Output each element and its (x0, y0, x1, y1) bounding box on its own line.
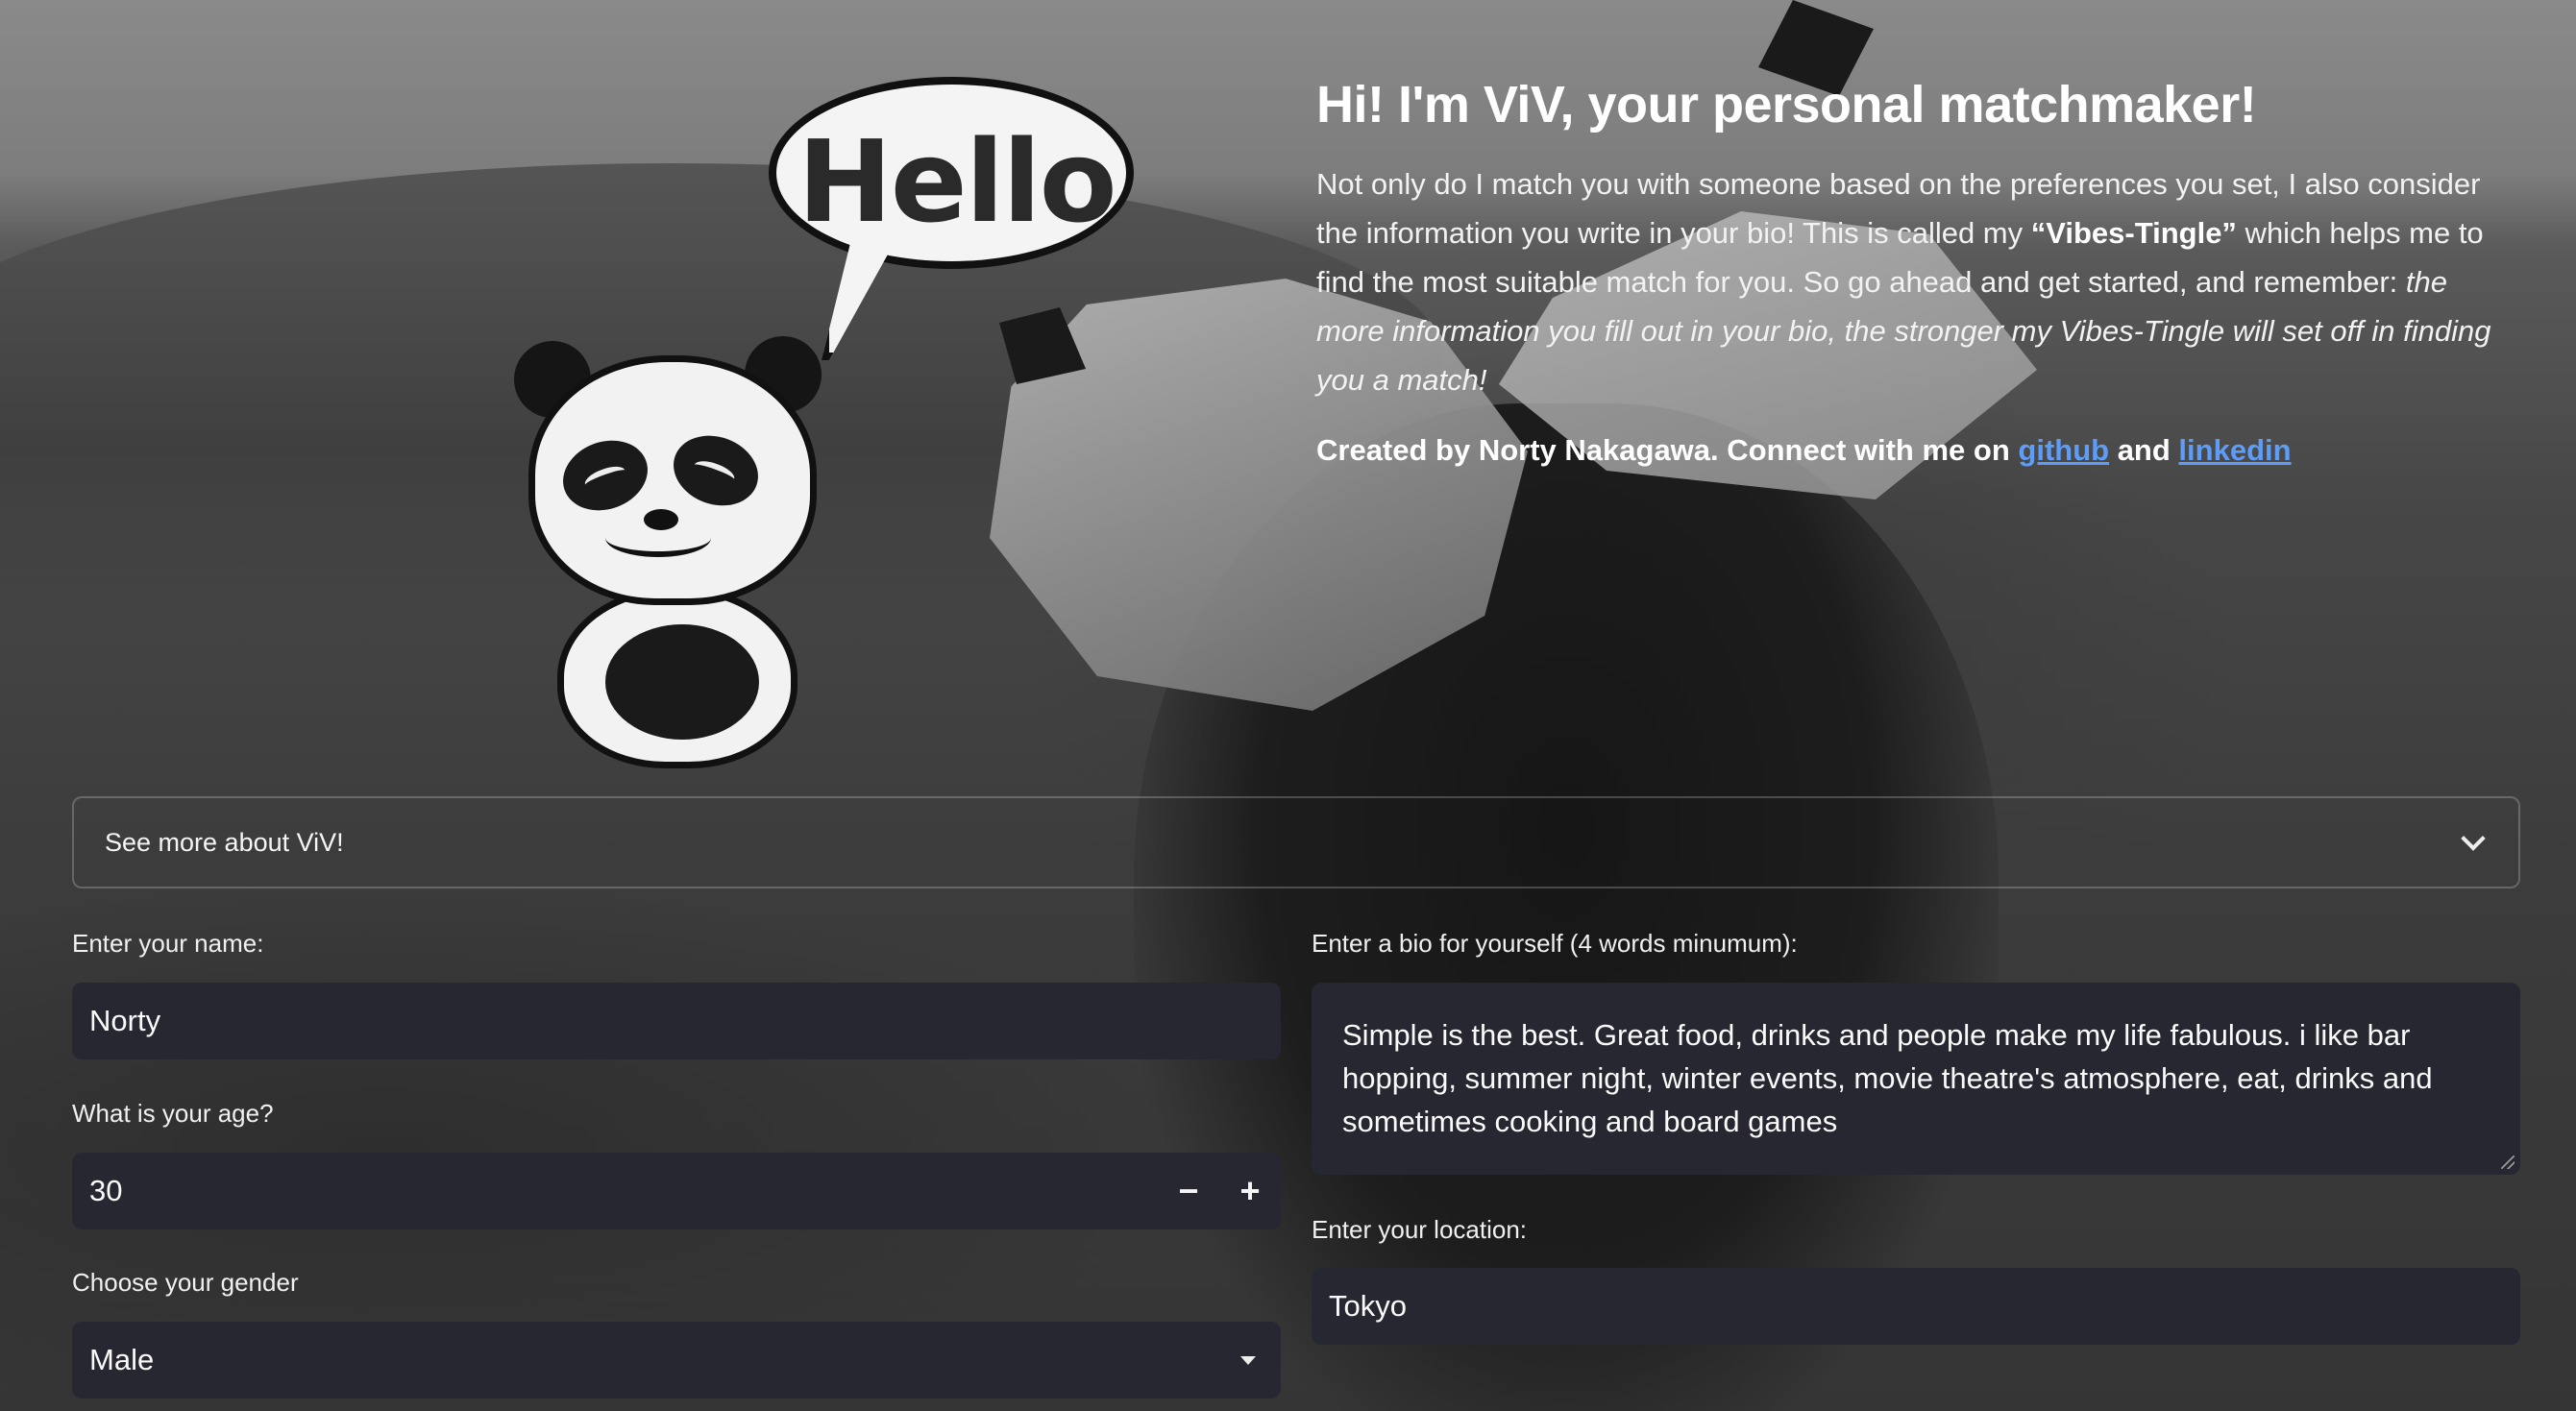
see-more-expander[interactable]: See more about ViV! (72, 796, 2520, 888)
github-link[interactable]: github (2018, 433, 2109, 467)
bio-textarea[interactable]: Simple is the best. Great food, drinks a… (1312, 983, 2520, 1175)
intro-panel: Hi! I'm ViV, your personal matchmaker! N… (1316, 75, 2517, 468)
speech-bubble-text: Hello (797, 115, 1117, 248)
chevron-down-icon (2461, 826, 2486, 851)
resize-handle[interactable] (2501, 1156, 2515, 1169)
name-input[interactable]: Norty (72, 983, 1281, 1059)
name-label: Enter your name: (72, 929, 264, 958)
caret-down-icon (1240, 1356, 1256, 1365)
expander-label: See more about ViV! (105, 827, 344, 857)
panda-belly (605, 624, 759, 740)
decrement-button[interactable]: − (1158, 1153, 1219, 1229)
credit-text: Created by Norty Nakagawa. Connect with … (1316, 433, 2019, 468)
location-label: Enter your location: (1312, 1215, 1528, 1244)
speech-bubble-tail (822, 235, 898, 360)
name-input-value: Norty (89, 1004, 161, 1037)
age-number-input[interactable]: 30 − + (72, 1153, 1281, 1229)
gender-select[interactable]: Male (72, 1322, 1281, 1399)
increment-button[interactable]: + (1219, 1153, 1281, 1229)
bio-textarea-value: Simple is the best. Great food, drinks a… (1342, 1018, 2433, 1138)
panda-illustration: Hello (471, 67, 1163, 768)
intro-bold-term: “Vibes-Tingle” (2030, 216, 2237, 251)
credit-text: and (2109, 433, 2179, 468)
page-title: Hi! I'm ViV, your personal matchmaker! (1316, 76, 2257, 134)
credit-line: Created by Norty Nakagawa. Connect with … (1316, 433, 2517, 468)
location-input[interactable]: Tokyo (1312, 1268, 2520, 1345)
age-input-value: 30 (89, 1174, 123, 1207)
panda-mouth (605, 519, 711, 557)
gender-label: Choose your gender (72, 1268, 299, 1297)
age-label: What is your age? (72, 1099, 274, 1128)
location-input-value: Tokyo (1329, 1289, 1407, 1323)
intro-paragraph: Not only do I match you with someone bas… (1316, 159, 2517, 404)
gender-select-value: Male (89, 1343, 155, 1376)
bio-label: Enter a bio for yourself (4 words minumu… (1312, 929, 1798, 958)
linkedin-link[interactable]: linkedin (2178, 433, 2291, 467)
